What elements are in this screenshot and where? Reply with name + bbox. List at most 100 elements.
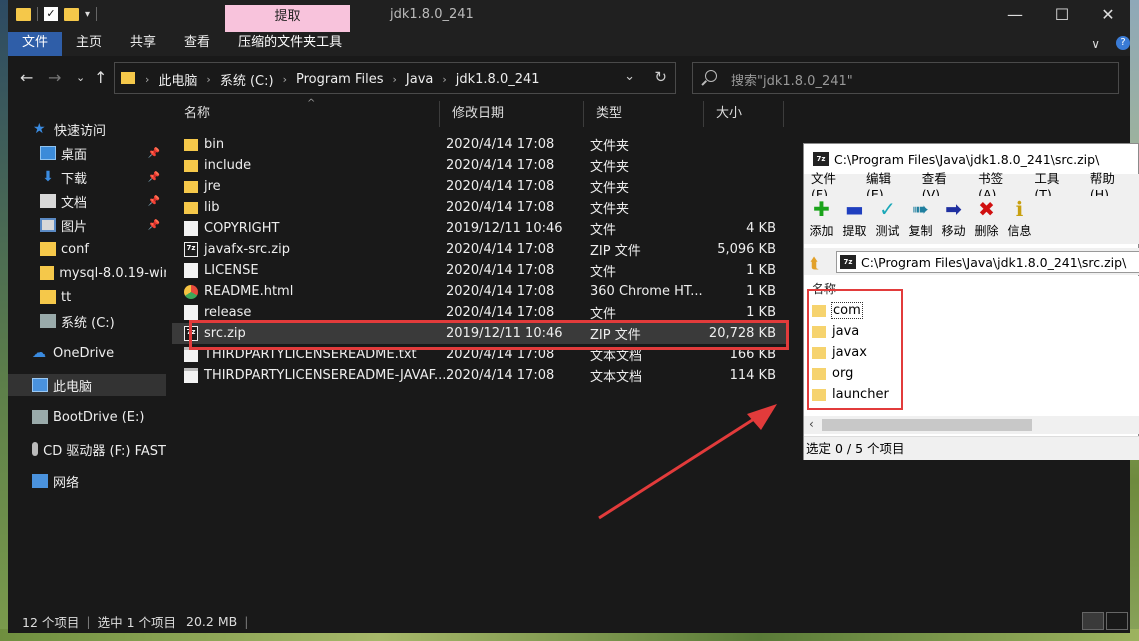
file-name-cell: THIRDPARTYLICENSEREADME-JAVAF...	[184, 368, 446, 383]
file-size: 5,096 KB	[717, 242, 776, 257]
sidebar-item-onedrive[interactable]: ☁ OneDrive	[8, 342, 166, 364]
delete-button[interactable]: ✖ 删除	[971, 196, 1002, 244]
breadcrumb-system-c[interactable]: 系统 (C:)	[211, 70, 283, 89]
extract-button[interactable]: ▬ 提取	[839, 196, 870, 244]
chevron-down-icon[interactable]: ∨	[1091, 37, 1100, 51]
file-date: 2020/4/14 17:08	[446, 200, 555, 215]
add-icon: ✚	[813, 197, 830, 221]
breadcrumb-program-files[interactable]: Program Files	[287, 72, 393, 87]
breadcrumb-jdk[interactable]: jdk1.8.0_241	[447, 72, 549, 87]
file-icon	[184, 221, 198, 236]
sidebar-item-tt[interactable]: tt	[8, 286, 166, 308]
copy-button[interactable]: ➠ 复制	[905, 196, 936, 244]
tab-file[interactable]: 文件	[8, 32, 63, 56]
sidebar-item-label: tt	[61, 289, 72, 305]
file-row[interactable]: COPYRIGHT 2019/12/11 10:46 文件 4 KB	[172, 218, 786, 239]
properties-icon[interactable]: ✓	[44, 7, 58, 21]
file-row[interactable]: include 2020/4/14 17:08 文件夹	[172, 155, 786, 176]
tab-extract[interactable]: 提取	[225, 5, 350, 32]
folder-icon[interactable]	[16, 7, 31, 21]
folder-icon	[184, 201, 198, 214]
file-row[interactable]: LICENSE 2020/4/14 17:08 文件 1 KB	[172, 260, 786, 281]
forward-arrow-icon[interactable]: →	[48, 68, 61, 87]
file-date: 2019/12/11 10:46	[446, 221, 563, 236]
search-input[interactable]: 搜索"jdk1.8.0_241"	[692, 62, 1119, 94]
up-folder-icon[interactable]: ⮬	[810, 254, 819, 272]
star-icon: ★	[33, 121, 46, 137]
sidebar-item-system-c[interactable]: 系统 (C:)	[8, 310, 166, 332]
close-button[interactable]: ✕	[1085, 0, 1131, 30]
sidebar-item-pictures[interactable]: 图片 📌	[8, 214, 166, 236]
file-row[interactable]: THIRDPARTYLICENSEREADME-JAVAF... 2020/4/1…	[172, 365, 786, 386]
file-date: 2020/4/14 17:08	[446, 137, 555, 152]
file-name-cell: bin	[184, 137, 224, 152]
column-header-date[interactable]: 修改日期	[440, 101, 584, 127]
minimize-button[interactable]: —	[992, 0, 1038, 30]
tab-compressed-folder-tools[interactable]: 压缩的文件夹工具	[224, 32, 356, 56]
tool-label: 测试	[875, 224, 900, 238]
column-header-size[interactable]: 大小	[704, 101, 784, 127]
file-name: jre	[204, 179, 221, 194]
sidebar-item-bootdrive[interactable]: BootDrive (E:)	[8, 406, 166, 428]
tab-view[interactable]: 查看	[170, 32, 224, 56]
sidebar-item-label: 桌面	[61, 147, 88, 163]
column-header-type[interactable]: 类型	[584, 101, 704, 127]
test-button[interactable]: ✓ 测试	[872, 196, 903, 244]
file-row[interactable]: jre 2020/4/14 17:08 文件夹	[172, 176, 786, 197]
file-type: 文件夹	[590, 160, 630, 175]
file-name: lib	[204, 200, 220, 215]
sidebar-item-conf[interactable]: conf	[8, 238, 166, 260]
chevron-down-icon[interactable]: ⌄	[624, 69, 635, 84]
scrollbar-thumb[interactable]	[822, 419, 1032, 431]
file-row[interactable]: lib 2020/4/14 17:08 文件夹	[172, 197, 786, 218]
tab-home[interactable]: 主页	[62, 32, 116, 56]
move-button[interactable]: ➡ 移动	[938, 196, 969, 244]
file-name-cell: README.html	[184, 284, 293, 299]
sidebar-item-documents[interactable]: 文档 📌	[8, 190, 166, 212]
refresh-icon[interactable]: ↻	[654, 68, 667, 86]
large-icons-view-button[interactable]	[1106, 612, 1128, 630]
zip-path-input[interactable]: 7z C:\Program Files\Java\jdk1.8.0_241\sr…	[836, 251, 1139, 273]
sidebar-item-this-pc[interactable]: 此电脑	[8, 374, 166, 396]
add-button[interactable]: ✚ 添加	[806, 196, 837, 244]
column-header-name[interactable]: 名称	[172, 101, 440, 127]
breadcrumb-this-pc[interactable]: 此电脑	[149, 70, 206, 89]
details-view-button[interactable]	[1082, 612, 1104, 630]
sidebar-item-mysql[interactable]: mysql-8.0.19-winx	[8, 262, 166, 284]
file-name: release	[204, 305, 252, 320]
search-icon	[705, 70, 717, 82]
sidebar-item-downloads[interactable]: ⬇ 下载 📌	[8, 166, 166, 188]
back-arrow-icon[interactable]: ←	[20, 68, 33, 87]
sidebar-item-desktop[interactable]: 桌面 📌	[8, 142, 166, 164]
breadcrumb-java[interactable]: Java	[397, 72, 442, 87]
sidebar-item-label: 网络	[53, 475, 80, 491]
sidebar-item-label: conf	[61, 241, 89, 257]
file-date: 2020/4/14 17:08	[446, 368, 555, 383]
sidebar-item-network[interactable]: 网络	[8, 470, 166, 492]
download-icon: ⬇	[42, 169, 54, 185]
recent-locations-chevron-icon[interactable]: ⌄	[76, 71, 85, 84]
up-arrow-icon[interactable]: ↑	[94, 68, 107, 87]
new-folder-icon[interactable]	[64, 7, 79, 21]
browser-html-icon	[184, 284, 198, 299]
file-name: javafx-src.zip	[204, 242, 290, 257]
scroll-left-icon[interactable]: ‹	[809, 417, 814, 431]
pin-icon: 📌	[147, 147, 160, 159]
file-name-cell: jre	[184, 179, 221, 194]
chevron-down-icon[interactable]: ▾	[85, 9, 90, 20]
info-button[interactable]: ℹ 信息	[1004, 196, 1035, 244]
help-icon[interactable]: ?	[1116, 36, 1130, 50]
sidebar-item-quick-access[interactable]: ★ 快速访问	[8, 118, 166, 140]
tab-share[interactable]: 共享	[116, 32, 170, 56]
file-row[interactable]: bin 2020/4/14 17:08 文件夹	[172, 134, 786, 155]
title-bar: ✓ ▾ 提取 jdk1.8.0_241 — ☐ ✕	[8, 0, 1130, 32]
tool-label: 复制	[908, 224, 933, 238]
address-bar[interactable]: › 此电脑 › 系统 (C:) › Program Files › Java ›…	[114, 62, 676, 94]
file-row[interactable]: 7z javafx-src.zip 2020/4/14 17:08 ZIP 文件 5,0…	[172, 239, 786, 260]
folder-icon	[40, 266, 55, 280]
horizontal-scrollbar[interactable]: ‹	[804, 416, 1139, 434]
network-icon	[32, 474, 48, 488]
file-row[interactable]: README.html 2020/4/14 17:08 360 Chrome HT.…	[172, 281, 786, 302]
sidebar-item-cd-drive[interactable]: CD 驱动器 (F:) FAST	[8, 438, 166, 460]
maximize-button[interactable]: ☐	[1039, 0, 1085, 30]
